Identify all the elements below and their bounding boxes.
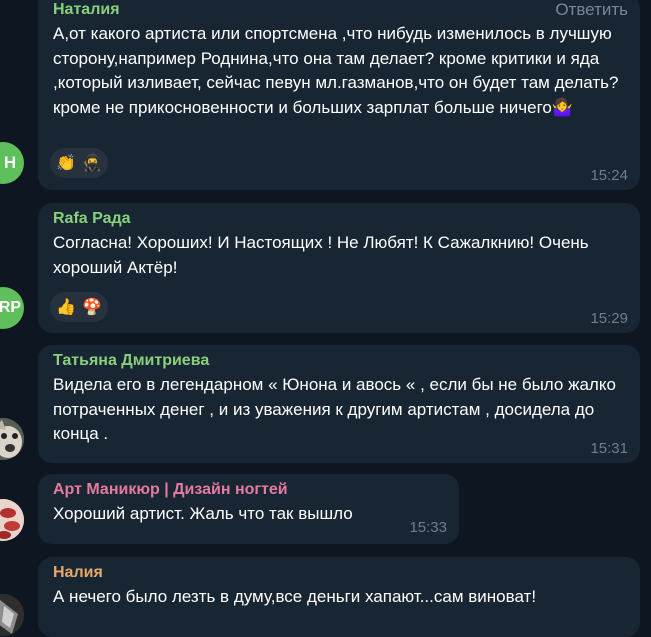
message-bubble[interactable]: Татьяна Дмитриева Видела его в легендарн… <box>38 345 640 463</box>
reply-button[interactable]: Ответить <box>555 0 628 20</box>
message-bubble[interactable]: Налия А нечего было лезть в думу,все ден… <box>38 557 640 637</box>
sender-name[interactable]: Rafa Рада <box>53 209 628 229</box>
ninja-reaction[interactable]: 🥷 <box>79 150 105 176</box>
avatar[interactable]: RP <box>0 287 24 329</box>
timestamp: 15:31 <box>590 440 628 457</box>
avatar-dog-photo[interactable] <box>0 418 24 460</box>
sender-name[interactable]: Налия <box>53 563 628 583</box>
timestamp: 15:29 <box>590 310 628 327</box>
reactions-bar[interactable]: 👏 🥷 <box>50 148 108 178</box>
message-text: Видела его в легендарном « Юнона и авось… <box>53 375 616 443</box>
message-bubble[interactable]: Rafa Рада Согласна! Хороших! И Настоящих… <box>38 203 640 333</box>
sender-name[interactable]: Наталия <box>53 0 628 20</box>
avatar[interactable]: Н <box>0 142 24 184</box>
thumbs-up-reaction[interactable]: 👍 <box>53 294 79 320</box>
dog-photo-icon <box>0 418 24 460</box>
avatar-initials: RP <box>0 299 22 316</box>
message-bubble[interactable]: Арт Маникюр | Дизайн ногтей Хороший арти… <box>38 474 459 544</box>
message-text: А,от какого артиста или спортсмена ,что … <box>53 24 619 117</box>
mushroom-reaction[interactable]: 🍄 <box>79 294 105 320</box>
avatar-dark-photo[interactable] <box>0 594 24 636</box>
message-text: А нечего было лезть в думу,все деньги ха… <box>53 587 537 606</box>
reactions-bar[interactable]: 👍 🍄 <box>50 292 108 322</box>
message-bubble[interactable]: Наталия Ответить А,от какого артиста или… <box>38 0 640 190</box>
sender-name[interactable]: Арт Маникюр | Дизайн ногтей <box>53 480 447 500</box>
nails-photo-icon <box>0 499 24 541</box>
timestamp: 15:33 <box>409 519 447 536</box>
message-text: Согласна! Хороших! И Настоящих ! Не Любя… <box>53 233 589 277</box>
reaction-group[interactable]: 👏 🥷 <box>50 148 108 178</box>
clapping-hands-reaction[interactable]: 👏 <box>53 150 79 176</box>
message-text: Хороший артист. Жаль что так вышло <box>53 504 353 523</box>
avatar-nails-photo[interactable] <box>0 499 24 541</box>
dark-photo-icon <box>0 594 24 636</box>
reaction-group[interactable]: 👍 🍄 <box>50 292 108 322</box>
sender-name[interactable]: Татьяна Дмитриева <box>53 351 628 371</box>
avatar-initials: Н <box>3 153 17 172</box>
timestamp: 15:24 <box>590 167 628 184</box>
